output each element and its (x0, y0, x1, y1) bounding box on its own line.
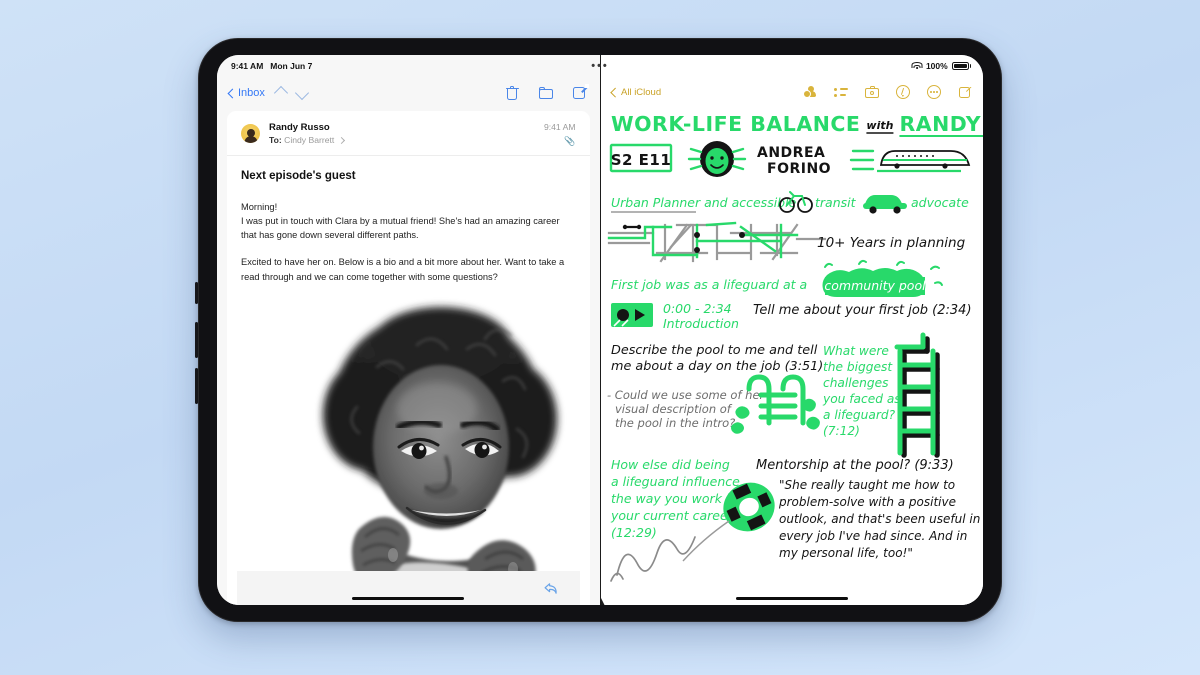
svg-text:Tell me about your first job (: Tell me about your first job (2:34) (753, 303, 972, 318)
svg-text:- Could we use some of her: - Could we use some of her (607, 388, 766, 402)
chevron-down-icon[interactable] (294, 85, 309, 101)
handwritten-note-canvas[interactable]: .hw{font-family:"DejaVu Sans",sans-serif… (600, 107, 983, 605)
note-text-line: a lifeguard? (823, 408, 896, 422)
notes-action-group (803, 83, 973, 99)
note-text-line: the biggest (823, 360, 893, 374)
svg-text:RANDY RUSSO: RANDY RUSSO (899, 112, 983, 136)
new-note-icon[interactable] (958, 83, 973, 99)
svg-text:community pool: community pool (824, 278, 926, 293)
checklist-icon[interactable] (834, 85, 848, 99)
svg-text:visual description of: visual description of (615, 402, 733, 416)
mail-attached-photo[interactable] (241, 296, 576, 597)
mail-to-label: To: (269, 135, 282, 145)
more-ellipsis-icon[interactable] (927, 85, 941, 99)
mail-message-header: Randy Russo To: Cindy Barrett 9:41 AM 📎 (227, 111, 590, 156)
svg-text:Introduction: Introduction (663, 316, 739, 331)
note-text-line: my personal life, too!" (779, 546, 913, 560)
notes-back-label: All iCloud (621, 86, 662, 98)
home-indicator[interactable] (735, 597, 848, 600)
note-text-line: (7:12) (823, 424, 860, 438)
note-text-line: the way you work in (611, 491, 737, 506)
camera-icon[interactable] (865, 85, 879, 99)
svg-text:Describe the pool to me and te: Describe the pool to me and tell (611, 343, 818, 358)
ipad-device: 9:41 AM Mon Jun 7 ••• 100% Inbox Randy R… (195, 38, 1002, 622)
folder-icon[interactable] (539, 86, 554, 101)
note-text-line: outlook, and that's been useful in (779, 512, 980, 526)
reply-arrow-icon[interactable] (543, 582, 558, 595)
home-indicator[interactable] (352, 597, 465, 600)
svg-text:with: with (866, 119, 893, 132)
mail-recipient-row[interactable]: To: Cindy Barrett (269, 135, 535, 145)
note-text-line: problem-solve with a positive (778, 495, 956, 509)
svg-text:Mentorship at the pool? (9:33): Mentorship at the pool? (9:33) (756, 458, 954, 473)
notes-back-button[interactable]: All iCloud (610, 86, 662, 98)
device-camera-button (195, 282, 198, 304)
svg-text:WORK-LIFE BALANCE: WORK-LIFE BALANCE (611, 112, 860, 136)
mail-header-right: 9:41 AM 📎 (544, 122, 576, 147)
mail-back-to-inbox-button[interactable]: Inbox (227, 87, 265, 99)
mail-nav-group: Inbox (227, 85, 309, 101)
note-text-line: your current career? (610, 508, 740, 523)
mail-toolbar: Inbox (217, 77, 600, 109)
ipad-screen: 9:41 AM Mon Jun 7 ••• 100% Inbox Randy R… (217, 55, 983, 605)
svg-text:transit: transit (815, 195, 857, 210)
note-text-line: "She really taught me how to (779, 478, 955, 492)
chevron-left-icon (227, 88, 238, 98)
trash-icon[interactable] (505, 86, 520, 101)
chevron-left-icon (610, 87, 620, 97)
volume-down-button[interactable] (195, 368, 198, 404)
svg-text:the pool in the intro?: the pool in the intro? (615, 416, 735, 430)
mail-paragraph: Excited to have her on. Below is a bio a… (241, 257, 565, 282)
svg-text:Urban Planner and accessible: Urban Planner and accessible (611, 195, 797, 210)
note-text-line: What were (823, 344, 889, 358)
markup-pen-icon[interactable] (896, 85, 910, 99)
note-text-line: a lifeguard influence (611, 474, 740, 489)
note-text-line: (12:29) (611, 525, 657, 540)
mail-paragraph: Morning! I was put in touch with Clara b… (241, 202, 560, 241)
collaborate-icon[interactable] (803, 85, 817, 99)
svg-text:advocate: advocate (911, 195, 969, 210)
mail-back-label: Inbox (238, 87, 265, 99)
mail-message-time: 9:41 AM (543, 122, 576, 132)
svg-text:0:00 - 2:34: 0:00 - 2:34 (663, 301, 732, 316)
svg-text:10+ Years in planning: 10+ Years in planning (817, 235, 966, 251)
svg-text:FORINO: FORINO (767, 161, 831, 177)
notes-toolbar: All iCloud (600, 77, 983, 107)
mail-sender-name: Randy Russo (269, 122, 330, 133)
mail-app-pane: Inbox Randy Russo To: Cindy Barrett 9:41… (217, 55, 600, 605)
mail-sender-block: Randy Russo To: Cindy Barrett (269, 122, 535, 145)
mail-message-card: Randy Russo To: Cindy Barrett 9:41 AM 📎 … (227, 111, 590, 605)
mail-message-body: Next episode's guest Morning! I was put … (227, 156, 590, 597)
notes-app-pane: All iCloud .hw{font-family:"DejaVu Sans"… (599, 55, 983, 605)
avatar (241, 124, 260, 143)
note-text-line: you faced as (822, 392, 901, 406)
note-text-line: every job I've had since. And in (779, 529, 967, 543)
film-strip-doodle (610, 303, 653, 327)
compose-icon[interactable] (573, 84, 589, 101)
note-text-line: challenges (823, 376, 889, 390)
svg-text:me about a day on the job (3:5: me about a day on the job (3:51) (611, 359, 823, 374)
mail-subject: Next episode's guest (241, 170, 356, 182)
chevron-right-icon (337, 137, 345, 145)
mail-action-group (505, 84, 589, 101)
paperclip-icon[interactable]: 📎 (544, 136, 575, 147)
chevron-up-icon[interactable] (273, 85, 288, 101)
volume-up-button[interactable] (195, 322, 198, 358)
mail-recipient-name: Cindy Barrett (284, 135, 335, 145)
svg-text:S2 E11: S2 E11 (610, 151, 671, 169)
note-text-line: How else did being (611, 457, 730, 472)
svg-text:ANDREA: ANDREA (757, 145, 825, 161)
svg-text:First job was as a lifeguard a: First job was as a lifeguard at a (611, 277, 807, 292)
